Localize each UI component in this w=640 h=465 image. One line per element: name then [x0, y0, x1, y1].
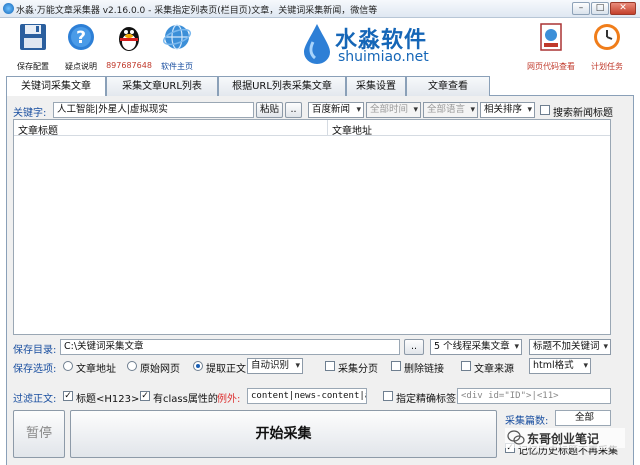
keyword-input[interactable]: 人工智能|外星人|虚拟现实 [53, 102, 254, 118]
pause-button[interactable]: 暂停 [13, 410, 65, 458]
tab-url-list[interactable]: 采集文章URL列表 [106, 76, 218, 96]
save-config-label: 保存配置 [17, 62, 49, 71]
original-page-label: 原始网页 [140, 364, 180, 375]
extract-body-radio[interactable] [193, 361, 203, 371]
browse-dir-button[interactable]: .. [404, 339, 424, 355]
watermark: 东哥创业笔记 [505, 428, 625, 448]
homepage-label: 软件主页 [161, 62, 193, 71]
globe-icon [162, 24, 192, 50]
sort-select[interactable]: 相关排序 [480, 102, 535, 118]
window-title: 水淼·万能文章采集器 v2.16.0.0 - 采集指定列表页(栏目页)文章，关键… [16, 6, 378, 16]
code-view-button[interactable]: 网页代码查看 [521, 22, 581, 72]
except-label: 例外: [217, 394, 241, 405]
schedule-label: 计划任务 [591, 62, 623, 71]
extract-body-label: 提取正文 [206, 364, 246, 375]
water-drop-icon [304, 24, 330, 64]
floppy-disk-icon [20, 24, 46, 50]
qq-penguin-icon [119, 27, 139, 51]
article-url-label: 文章地址 [76, 364, 116, 375]
article-list[interactable]: 文章标题 文章地址 [13, 119, 611, 335]
news-title-checkbox[interactable] [540, 105, 550, 115]
title-tag-checkbox[interactable]: ✓ [63, 391, 73, 401]
count-input[interactable]: 全部 [555, 410, 611, 426]
precise-tag-checkbox[interactable] [383, 391, 393, 401]
help-label: 疑点说明 [65, 62, 97, 71]
keyword-more-button[interactable]: .. [285, 102, 302, 118]
delete-links-label: 删除链接 [404, 364, 444, 375]
time-select[interactable]: 全部时间 [366, 102, 421, 118]
tab-bar: 关键词采集文章 采集文章URL列表 根据URL列表采集文章 采集设置 文章查看 [6, 76, 634, 97]
qq-label: 897687648 [106, 61, 152, 70]
original-page-radio[interactable] [127, 361, 137, 371]
close-button[interactable]: ✕ [610, 2, 636, 15]
brand-logo: 水淼软件 shuimiao.net [300, 20, 440, 70]
tab-article-view[interactable]: 文章查看 [406, 76, 490, 96]
auto-detect-select[interactable]: 自动识别 [247, 358, 303, 374]
schedule-button[interactable]: 计划任务 [582, 22, 632, 72]
save-dir-label: 保存目录: [13, 345, 57, 356]
language-select[interactable]: 全部语言 [423, 102, 478, 118]
precise-tag-label: 指定精确标签 [396, 394, 456, 405]
save-config-button[interactable]: 保存配置 [8, 22, 58, 72]
count-label: 采集篇数: [505, 416, 549, 427]
keyword-label: 关键字: [13, 108, 47, 119]
column-divider [327, 120, 328, 136]
article-url-radio[interactable] [63, 361, 73, 371]
start-collect-button[interactable]: 开始采集 [70, 410, 497, 458]
save-options-label: 保存选项: [13, 364, 57, 375]
precise-tag-input[interactable]: <div id="ID">|<11> [457, 388, 611, 404]
code-view-label: 网页代码查看 [527, 62, 575, 71]
filter-label: 过滤正文: [13, 394, 57, 405]
column-title-header[interactable]: 文章标题 [18, 122, 58, 137]
delete-links-checkbox[interactable] [391, 361, 401, 371]
news-title-label: 搜索新闻标题 [553, 108, 613, 119]
tab-settings[interactable]: 采集设置 [346, 76, 406, 96]
engine-select[interactable]: 百度新闻 [308, 102, 364, 118]
app-icon [3, 3, 14, 14]
svg-text:?: ? [76, 28, 86, 48]
maximize-button[interactable]: □ [591, 2, 609, 15]
paging-label: 采集分页 [338, 364, 378, 375]
paste-button[interactable]: 粘贴 [256, 102, 283, 118]
title-bar: 水淼·万能文章采集器 v2.16.0.0 - 采集指定列表页(栏目页)文章，关键… [0, 0, 640, 18]
tab-keyword-collect[interactable]: 关键词采集文章 [6, 76, 106, 97]
html-file-icon [540, 23, 562, 51]
qq-button[interactable]: 897687648 [104, 22, 154, 72]
class-attr-checkbox[interactable]: ✓ [140, 391, 150, 401]
format-select[interactable]: html格式 [529, 358, 591, 374]
help-button[interactable]: ? 疑点说明 [56, 22, 106, 72]
source-checkbox[interactable] [461, 361, 471, 371]
logo-english-text: shuimiao.net [338, 49, 429, 65]
title-tag-label: 标题<H123> [76, 394, 140, 405]
tab-collect-by-url[interactable]: 根据URL列表采集文章 [218, 76, 346, 96]
wechat-icon [507, 430, 525, 445]
question-icon: ? [68, 24, 94, 50]
class-except-input[interactable]: content|news-content|abs [247, 388, 367, 404]
homepage-button[interactable]: 软件主页 [152, 22, 202, 72]
thread-count-select[interactable]: 5 个线程采集文章 [430, 339, 522, 355]
minimize-button[interactable]: – [572, 2, 590, 15]
watermark-text: 东哥创业笔记 [527, 432, 600, 446]
source-label: 文章来源 [474, 364, 514, 375]
paging-checkbox[interactable] [325, 361, 335, 371]
save-dir-input[interactable]: C:\关键词采集文章 [60, 339, 400, 355]
clock-icon [594, 24, 620, 50]
column-url-header[interactable]: 文章地址 [332, 122, 372, 137]
class-attr-label: 有class属性的 [153, 394, 218, 405]
list-header: 文章标题 文章地址 [14, 120, 610, 137]
title-keyword-select[interactable]: 标题不加关键词 [529, 339, 611, 355]
